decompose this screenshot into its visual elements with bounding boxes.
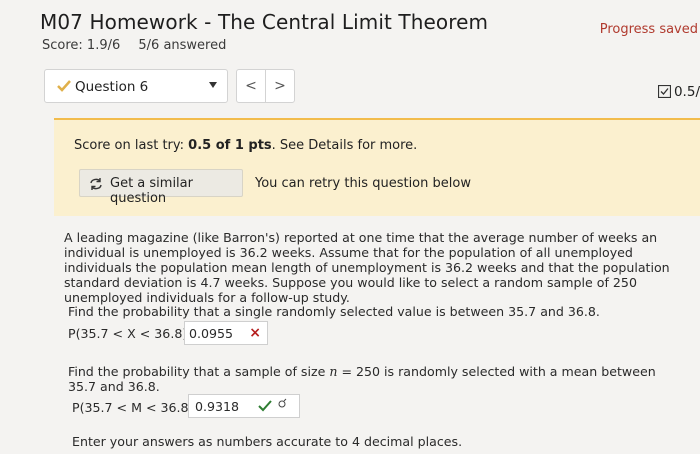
next-question-button[interactable]: > (265, 69, 295, 103)
progress-status: Progress saved (599, 22, 698, 37)
points-text: 0.5/ (673, 84, 700, 100)
question-2-text: Find the probability that a sample of si… (68, 364, 678, 394)
page-title: M07 Homework - The Central Limit Theorem (40, 10, 489, 34)
last-try-prefix: Score on last try: (74, 138, 189, 153)
last-try-score: Score on last try: 0.5 of 1 pts. See Det… (74, 138, 417, 153)
question-1-label: P(35.7 < X < 36.8) = (68, 326, 202, 341)
chevron-down-icon (209, 82, 217, 88)
feedback-panel: Score on last try: 0.5 of 1 pts. See Det… (54, 118, 700, 216)
question-select[interactable]: Question 6 (44, 69, 228, 103)
question-1-text: Find the probability that a single rando… (68, 304, 600, 319)
pencil-icon (277, 398, 287, 411)
prev-question-button[interactable]: < (236, 69, 266, 103)
answer-2-value: 0.9318 (195, 399, 240, 414)
answer-1-input[interactable]: 0.0955 × (184, 321, 268, 345)
question-points[interactable]: 0.5/ (657, 84, 700, 100)
similar-question-button[interactable]: Get a similar question (79, 169, 243, 206)
partial-check-icon (57, 78, 71, 92)
question-2-prefix: Find the probability that a sample of si… (68, 364, 330, 379)
equals-sign: = (337, 364, 357, 379)
checkbox-icon (657, 84, 672, 99)
last-try-value: 0.5 of 1 pts (188, 138, 272, 153)
retry-text: You can retry this question below (255, 176, 471, 191)
problem-statement: A leading magazine (like Barron's) repor… (64, 230, 670, 305)
similar-question-label: Get a similar question (110, 176, 193, 206)
refresh-icon (88, 177, 104, 195)
answered-count: 5/6 answered (138, 38, 227, 53)
instructions-note: Enter your answers as numbers accurate t… (72, 434, 463, 449)
score-text: Score: 1.9/6 (42, 38, 121, 53)
correct-check-icon (257, 398, 273, 417)
question-label: Question 6 (75, 79, 149, 95)
score-summary: Score: 1.9/6 5/6 answered (42, 38, 240, 53)
answer-2-input[interactable]: 0.9318 (188, 394, 300, 418)
last-try-suffix: . See Details for more. (271, 138, 418, 153)
incorrect-icon: × (249, 325, 261, 341)
answer-1-value: 0.0955 (189, 326, 234, 341)
